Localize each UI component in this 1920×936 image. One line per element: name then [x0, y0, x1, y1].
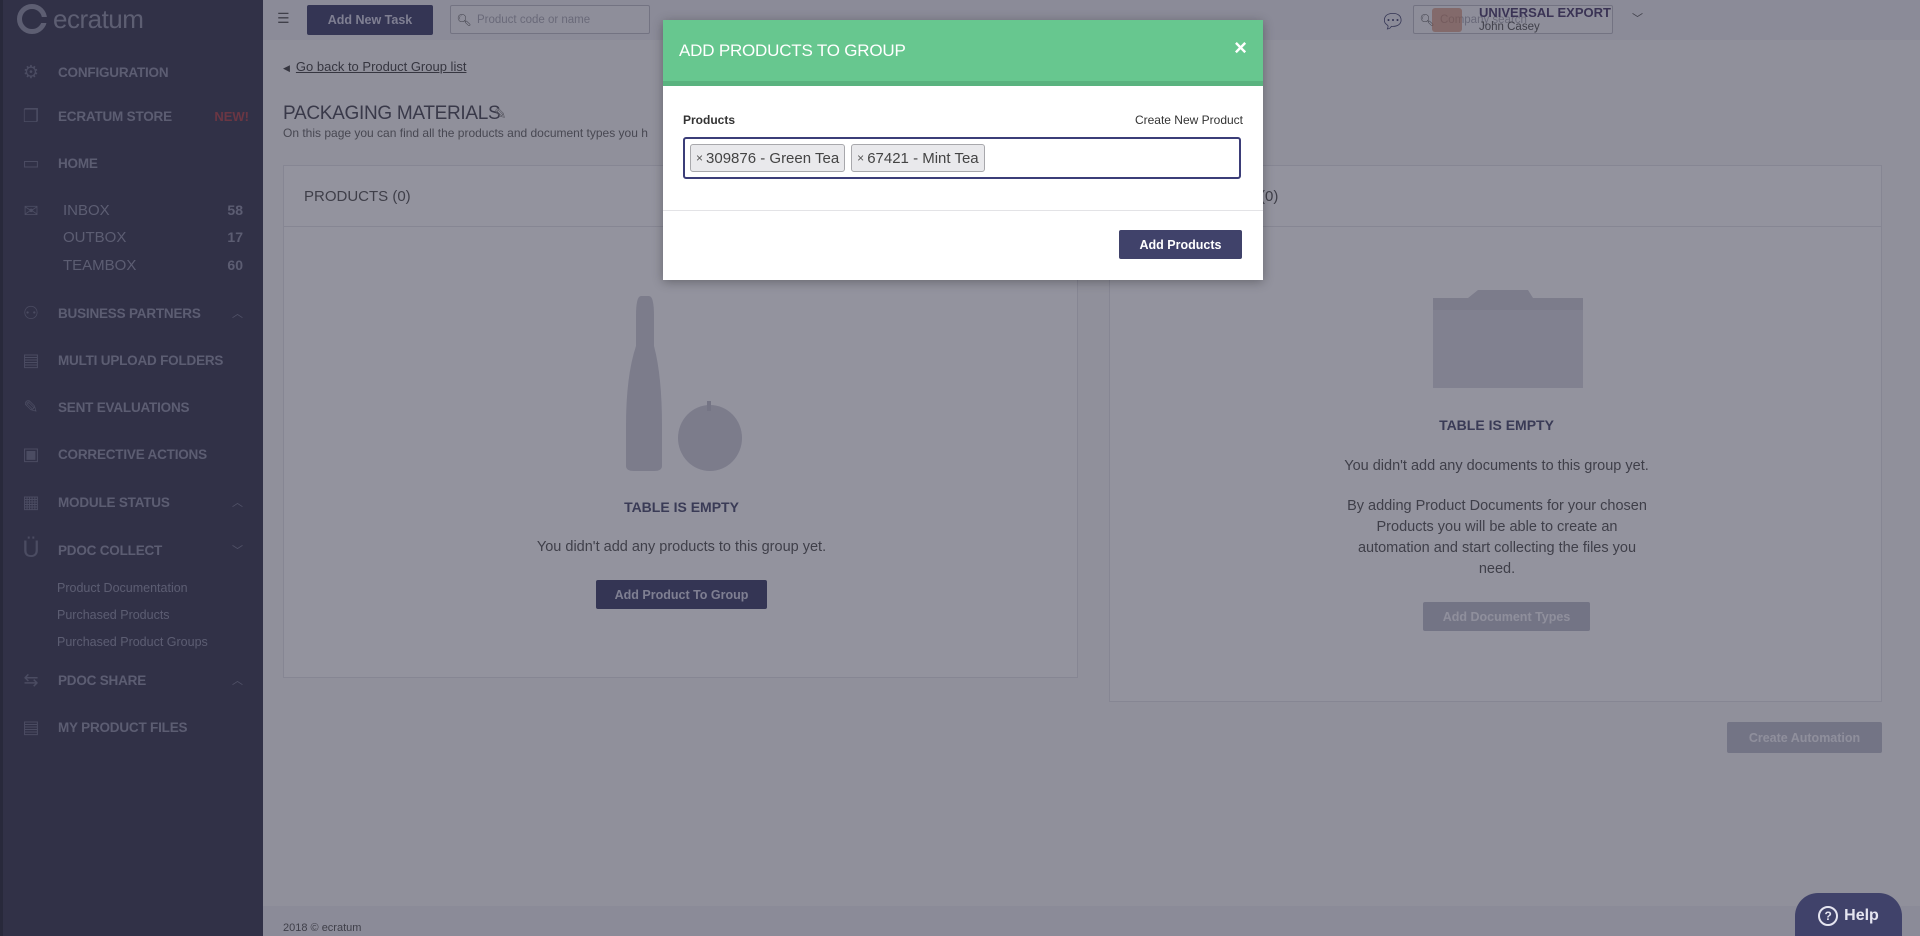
- create-new-product-link[interactable]: Create New Product: [1135, 113, 1243, 127]
- help-label: Help: [1844, 906, 1879, 924]
- product-tag-label: 67421 - Mint Tea: [867, 149, 979, 167]
- close-icon[interactable]: ×: [1234, 37, 1247, 59]
- products-tag-input[interactable]: × 309876 - Green Tea × 67421 - Mint Tea: [683, 137, 1241, 179]
- help-button[interactable]: ? Help: [1795, 893, 1902, 936]
- product-tag: × 67421 - Mint Tea: [851, 144, 985, 172]
- remove-tag-icon[interactable]: ×: [696, 151, 703, 165]
- products-field-label: Products: [683, 113, 736, 127]
- modal-divider: [663, 210, 1263, 211]
- product-tag-label: 309876 - Green Tea: [706, 149, 840, 167]
- modal-title: ADD PRODUCTS TO GROUP: [679, 41, 906, 60]
- question-icon: ?: [1818, 905, 1839, 926]
- modal-header: ADD PRODUCTS TO GROUP ×: [663, 20, 1263, 86]
- remove-tag-icon[interactable]: ×: [857, 151, 864, 165]
- product-tag: × 309876 - Green Tea: [690, 144, 846, 172]
- add-products-modal: ADD PRODUCTS TO GROUP × Products Create …: [663, 20, 1263, 280]
- add-products-button[interactable]: Add Products: [1119, 230, 1242, 259]
